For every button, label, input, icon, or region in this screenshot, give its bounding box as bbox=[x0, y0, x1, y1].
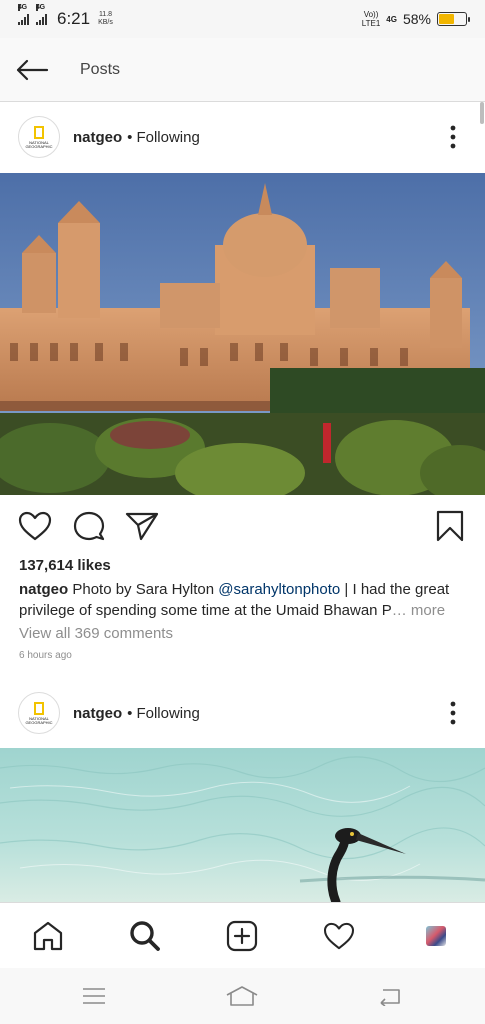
avatar-logo-text: NATIONAL GEOGRAPHIC bbox=[25, 715, 53, 725]
caption-ellipsis: … bbox=[391, 602, 407, 619]
caption-mention[interactable]: @sarahyltonphoto bbox=[218, 581, 340, 598]
volte-indicator: Vo)) LTE1 bbox=[362, 10, 381, 28]
status-time: 6:21 bbox=[57, 9, 91, 28]
battery-icon bbox=[437, 12, 470, 26]
comment-icon bbox=[73, 511, 105, 541]
caption-text: Photo by Sara Hylton bbox=[72, 581, 215, 598]
avatar-logo-text: NATIONAL GEOGRAPHIC bbox=[25, 139, 53, 149]
palace-photo bbox=[0, 173, 485, 495]
share-button[interactable] bbox=[124, 508, 160, 544]
status-right: Vo)) LTE1 4G 58% bbox=[362, 10, 470, 28]
volte-top: Vo)) bbox=[363, 10, 379, 19]
top-header: Posts bbox=[0, 38, 485, 102]
page-title: Posts bbox=[80, 60, 121, 78]
network-speed-unit: KB/s bbox=[98, 19, 113, 26]
menu-icon bbox=[83, 988, 105, 1004]
nav-home-button[interactable] bbox=[26, 914, 70, 958]
likes-count[interactable]: 137,614 likes bbox=[19, 557, 111, 574]
home-icon bbox=[33, 921, 63, 951]
sim2-network-label: 4G bbox=[36, 4, 45, 11]
heron-photo bbox=[0, 748, 485, 902]
add-post-icon bbox=[226, 920, 258, 952]
nav-activity-button[interactable] bbox=[317, 914, 361, 958]
heart-icon bbox=[323, 922, 355, 950]
back-arrow-icon bbox=[16, 59, 49, 80]
natgeo-logo-icon bbox=[34, 125, 44, 139]
nav-add-button[interactable] bbox=[220, 914, 264, 958]
separator-dot: • bbox=[127, 704, 133, 722]
system-nav-bar bbox=[0, 968, 485, 1024]
send-icon bbox=[125, 512, 159, 541]
battery-percent: 58% bbox=[402, 11, 431, 27]
signal-sim1-icon: 4G bbox=[18, 4, 29, 25]
search-icon bbox=[130, 921, 160, 951]
post-actions bbox=[0, 500, 485, 552]
system-home-button[interactable] bbox=[222, 980, 262, 1012]
view-comments-link[interactable]: View all 369 comments bbox=[19, 625, 173, 642]
heart-icon bbox=[18, 511, 52, 541]
status-bar: 4G 4G 6:21 11.8 KB/s Vo)) LTE1 4G 58% bbox=[0, 0, 485, 38]
post-options-button[interactable] bbox=[421, 112, 485, 162]
more-vertical-icon bbox=[450, 701, 456, 725]
post-timestamp: 6 hours ago bbox=[19, 650, 72, 661]
following-label[interactable]: Following bbox=[136, 129, 199, 146]
natgeo-logo-icon bbox=[34, 701, 44, 715]
post-header: NATIONAL GEOGRAPHIC natgeo • Following bbox=[0, 102, 485, 172]
caption-more-link[interactable]: more bbox=[411, 602, 445, 619]
battery-level-fill bbox=[439, 14, 455, 24]
network-speed-value: 11.8 bbox=[98, 11, 113, 18]
signal-sim2-icon: 4G bbox=[36, 4, 47, 25]
lte-4g-indicator: 4G bbox=[386, 14, 397, 24]
return-icon bbox=[380, 989, 400, 1006]
bookmark-icon bbox=[436, 510, 464, 542]
caption-username[interactable]: natgeo bbox=[19, 581, 68, 598]
avatar[interactable]: NATIONAL GEOGRAPHIC bbox=[18, 692, 60, 734]
post-username[interactable]: natgeo bbox=[73, 129, 122, 146]
system-back-button[interactable] bbox=[370, 980, 410, 1012]
profile-avatar bbox=[426, 926, 446, 946]
post-options-button[interactable] bbox=[421, 688, 485, 738]
post-image-palace[interactable] bbox=[0, 173, 485, 495]
nav-search-button[interactable] bbox=[123, 914, 167, 958]
volte-bottom: LTE1 bbox=[361, 19, 381, 28]
bottom-nav bbox=[0, 902, 485, 968]
sim1-network-label: 4G bbox=[18, 4, 27, 11]
nav-profile-button[interactable] bbox=[414, 914, 458, 958]
post-header: NATIONAL GEOGRAPHIC natgeo • Following bbox=[0, 678, 485, 748]
like-button[interactable] bbox=[17, 508, 53, 544]
network-speed: 11.8 KB/s bbox=[98, 11, 113, 27]
system-menu-button[interactable] bbox=[74, 980, 114, 1012]
post-image-heron[interactable] bbox=[0, 748, 485, 902]
post-username[interactable]: natgeo bbox=[73, 705, 122, 722]
separator-dot: • bbox=[127, 128, 133, 146]
back-button[interactable] bbox=[0, 38, 64, 102]
home-outline-icon bbox=[226, 986, 258, 1006]
post-caption: natgeo Photo by Sara Hylton @sarahyltonp… bbox=[19, 579, 467, 621]
avatar[interactable]: NATIONAL GEOGRAPHIC bbox=[18, 116, 60, 158]
comment-button[interactable] bbox=[71, 508, 107, 544]
status-left: 4G 4G 6:21 11.8 KB/s bbox=[18, 4, 113, 29]
more-vertical-icon bbox=[450, 125, 456, 149]
save-button[interactable] bbox=[432, 508, 468, 544]
following-label[interactable]: Following bbox=[136, 705, 199, 722]
